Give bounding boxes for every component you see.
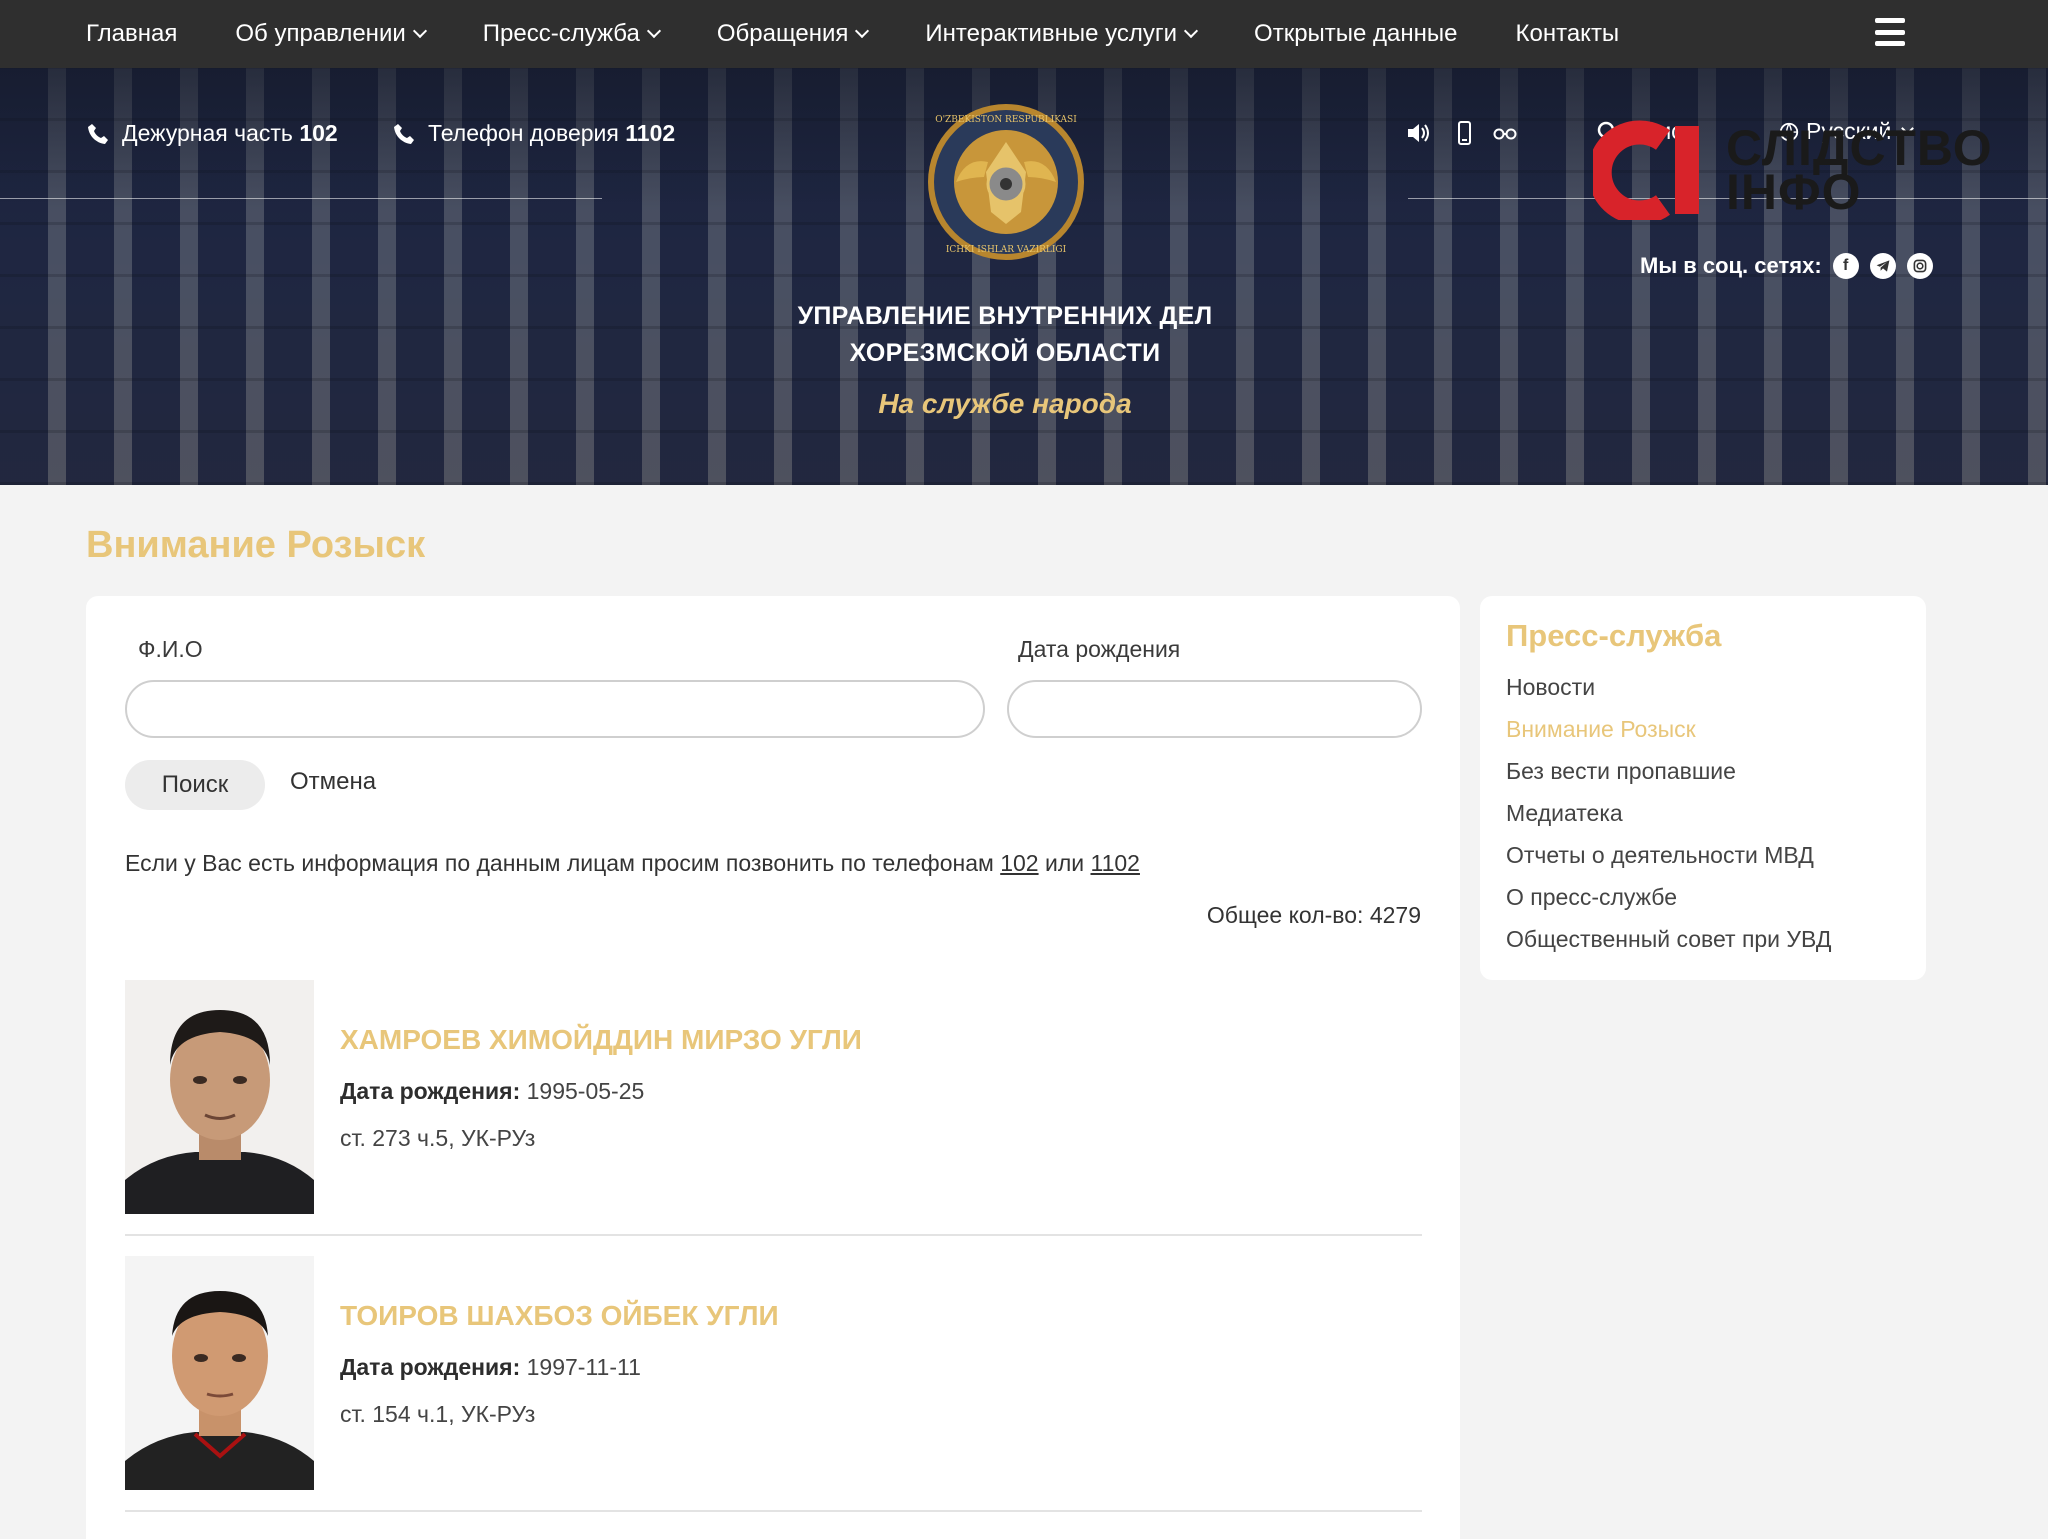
info-text: Если у Вас есть информация по данным лиц… [125,850,994,876]
sidebar-item-public-council[interactable]: Общественный совет при УВД [1506,918,1900,960]
ministry-emblem-icon: O'ZBEKISTON RESPUBLIKASI ICHKI ISHLAR VA… [928,104,1084,260]
social-links: Мы в соц. сетях: f [1640,253,1933,279]
nav-item-contacts[interactable]: Контакты [1516,20,1620,48]
low-vision-glasses-icon[interactable] [1492,120,1518,146]
page-title: Внимание Розыск [86,524,426,566]
nav-label: Интерактивные услуги [925,20,1178,47]
nav-label: Об управлении [235,20,406,47]
dob-label: Дата рождения: [340,1078,521,1104]
sidebar-item-reports[interactable]: Отчеты о деятельности МВД [1506,834,1900,876]
sidebar-item-missing-persons[interactable]: Без вести пропавшие [1506,750,1900,792]
duty-number: 102 [299,120,338,146]
nav-item-home[interactable]: Главная [86,20,177,48]
watermark-line2: ІНФО [1726,164,1862,220]
person-article: ст. 273 ч.5, УК-РУз [340,1125,536,1151]
organization-title: УПРАВЛЕНИЕ ВНУТРЕННИХ ДЕЛ ХОРЕЗМСКОЙ ОБЛ… [0,298,2010,372]
org-title-line1: УПРАВЛЕНИЕ ВНУТРЕННИХ ДЕЛ [797,302,1213,330]
facebook-icon[interactable]: f [1832,253,1859,279]
hero-banner: Дежурная часть 102 Телефон доверия 1102 … [0,68,2048,485]
wanted-list-card: Ф.И.О Дата рождения Поиск Отмена Если у … [86,596,1460,1539]
phone-icon [88,123,108,144]
duty-phone-link[interactable]: Дежурная часть 102 [86,120,338,147]
person-name[interactable]: ХАМРОЕВ ХИМОЙДДИН МИРЗО УГЛИ [340,1024,862,1056]
sidebar-item-wanted[interactable]: Внимание Розыск [1506,708,1900,750]
press-service-sidebar: Пресс-служба Новости Внимание Розыск Без… [1480,596,1926,980]
sidebar-item-media-library[interactable]: Медиатека [1506,792,1900,834]
person-name[interactable]: ТОИРОВ ШАХБОЗ ОЙБЕК УГЛИ [340,1300,779,1332]
cancel-button[interactable]: Отмена [290,768,376,796]
nav-item-press[interactable]: Пресс-служба [482,20,661,48]
nav-item-interactive-services[interactable]: Интерактивные услуги [925,20,1199,48]
person-dob: Дата рождения: 1997-11-11 [340,1354,641,1381]
slogan: На службе народа [878,388,1132,419]
sidebar-item-news[interactable]: Новости [1506,666,1900,708]
watermark-text: СЛІДСТВО ІНФО [1726,123,1993,220]
divider [0,198,602,199]
person-photo[interactable] [125,1256,314,1490]
nav-label: Пресс-служба [482,20,640,47]
phone-link-1102[interactable]: 1102 [1090,850,1139,876]
hamburger-menu-icon[interactable] [1875,18,1905,46]
phone-link-102[interactable]: 102 [1000,850,1038,876]
dob-value: 1995-05-25 [526,1078,645,1104]
duty-label: Дежурная часть [122,120,293,146]
chevron-down-icon [855,23,870,39]
telegram-icon[interactable] [1869,253,1896,279]
name-search-input[interactable] [125,680,985,738]
nav-item-about[interactable]: Об управлении [235,20,427,48]
chevron-down-icon [1183,23,1199,39]
instagram-icon[interactable] [1906,253,1933,279]
org-title-line2: ХОРЕЗМСКОЙ ОБЛАСТИ [849,339,1161,367]
phone-icon [394,123,414,144]
watermark-mark-icon [1593,120,1699,220]
emblem-text-bottom: ICHKI ISHLAR VAZIRLIGI [946,245,1067,255]
chevron-down-icon [646,23,661,39]
top-navigation: Главная Об управлении Пресс-служба Обращ… [0,0,2048,68]
dob-field-label: Дата рождения [1018,636,1181,662]
social-label: Мы в соц. сетях: [1640,253,1822,278]
emblem-text-top: O'ZBEKISTON RESPUBLIKASI [935,115,1077,125]
wanted-person-item[interactable]: ХАМРОЕВ ХИМОЙДДИН МИРЗО УГЛИ Дата рожден… [125,980,1422,1236]
sidebar-title: Пресс-служба [1506,618,1722,653]
total-label: Общее кол-во: [1206,902,1364,928]
name-field-label: Ф.И.О [138,636,203,662]
wanted-person-item[interactable]: ТОИРОВ ШАХБОЗ ОЙБЕК УГЛИ Дата рождения: … [125,1256,1422,1512]
info-message: Если у Вас есть информация по данным лиц… [125,850,1140,877]
search-button[interactable]: Поиск [125,760,265,810]
total-value: 4279 [1369,902,1421,928]
trust-number: 1102 [625,120,676,146]
person-dob: Дата рождения: 1995-05-25 [340,1078,644,1105]
mobile-version-icon[interactable] [1451,120,1477,146]
nav-label: Контакты [1515,20,1620,47]
nav-label: Открытые данные [1254,20,1458,47]
nav-item-appeals[interactable]: Обращения [716,20,870,48]
nav-label: Главная [86,20,178,47]
trust-label: Телефон доверия [428,120,619,146]
info-or: или [1044,850,1085,876]
person-article: ст. 154 ч.1, УК-РУз [340,1401,536,1427]
sidebar-item-about-press[interactable]: О пресс-службе [1506,876,1900,918]
person-photo[interactable] [125,980,314,1214]
nav-item-open-data[interactable]: Открытые данные [1254,20,1457,48]
total-count: Общее кол-во: 4279 [1207,902,1421,929]
dob-label: Дата рождения: [340,1354,521,1380]
sound-icon[interactable] [1405,120,1431,146]
dob-value: 1997-11-11 [526,1354,641,1380]
trust-phone-link[interactable]: Телефон доверия 1102 [392,120,675,147]
chevron-down-icon [412,23,427,39]
watermark-logo: СЛІДСТВО ІНФО [1593,120,1993,220]
nav-label: Обращения [716,20,849,47]
dob-search-input[interactable] [1007,680,1422,738]
